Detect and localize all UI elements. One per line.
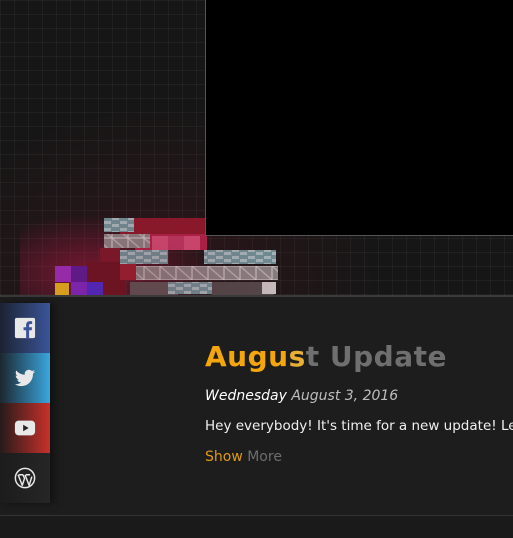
post-date: Wednesday August 3, 2016 <box>205 388 513 404</box>
twitter-icon <box>14 369 36 387</box>
footer-bar <box>0 516 513 538</box>
wordpress-icon <box>14 467 36 489</box>
post-date-weekday: Wednesday <box>205 388 287 404</box>
yellow-block <box>55 283 69 295</box>
video-player[interactable] <box>205 0 513 236</box>
facebook-icon <box>14 317 36 339</box>
news-post: August Update Wednesday August 3, 2016 H… <box>205 338 513 465</box>
post-date-rest: August 3, 2016 <box>286 388 399 404</box>
hero-divider <box>0 295 513 297</box>
facebook-button[interactable] <box>0 303 50 353</box>
post-excerpt: Hey everybody! It's time for a new updat… <box>205 418 513 434</box>
post-title-part2: s <box>288 340 306 373</box>
show-more-link[interactable]: Show More <box>205 449 513 465</box>
post-title-part1: Augu <box>205 340 289 373</box>
post-title[interactable]: August Update <box>205 338 513 376</box>
twitter-button[interactable] <box>0 353 50 403</box>
show-more-part2: More <box>242 449 282 465</box>
show-more-part1: Show <box>205 449 243 465</box>
post-title-part3: t Update <box>305 340 447 373</box>
wordpress-button[interactable] <box>0 453 50 503</box>
youtube-button[interactable] <box>0 403 50 453</box>
social-sidebar <box>0 303 50 503</box>
hero-banner <box>0 0 513 296</box>
youtube-icon <box>14 420 36 436</box>
